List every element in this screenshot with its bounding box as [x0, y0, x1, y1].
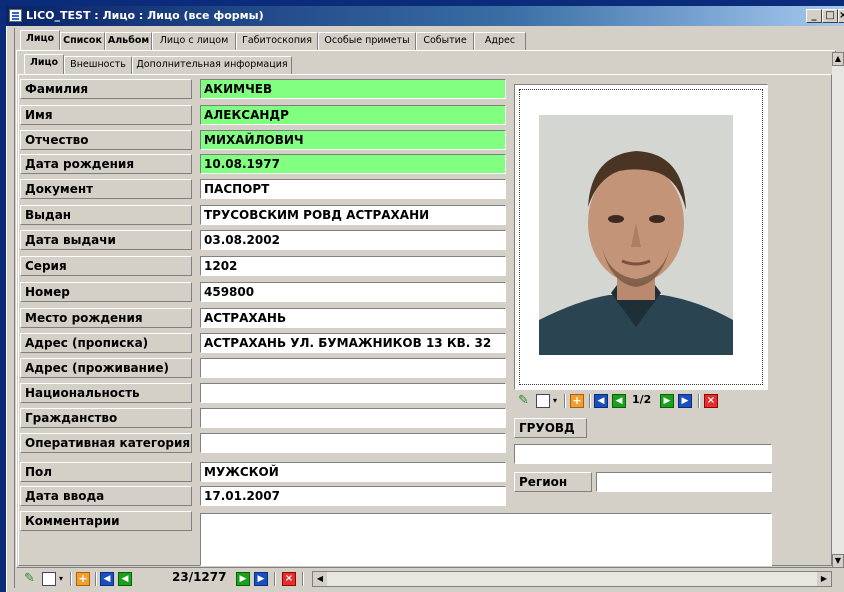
field-imya[interactable]: АЛЕКСАНДР: [200, 105, 506, 125]
label-pol: Пол: [20, 462, 192, 482]
tab-lico-s-licom[interactable]: Лицо с лицом: [152, 32, 236, 50]
first-record-icon[interactable]: ◀: [100, 572, 114, 586]
subtab-lico[interactable]: Лицо: [24, 54, 64, 74]
last-photo-icon[interactable]: ▶: [678, 394, 692, 408]
label-adres-prozhivanie: Адрес (проживание): [20, 358, 192, 378]
tab-gabitoskopiya[interactable]: Габитоскопия: [236, 32, 318, 50]
next-photo-icon[interactable]: ▶: [660, 394, 674, 408]
groovd-label: ГРУОВД: [514, 418, 587, 438]
close-button[interactable]: ×: [838, 9, 844, 23]
label-data-rozhdeniya: Дата рождения: [20, 154, 192, 174]
portrait-image: [539, 115, 733, 355]
field-adres-prozhivanie[interactable]: [200, 358, 506, 378]
scroll-up-icon[interactable]: ▲: [832, 52, 844, 66]
tab-sobytie[interactable]: Событие: [416, 32, 474, 50]
field-data-vvoda[interactable]: 17.01.2007: [200, 486, 506, 506]
window-frame-left: [8, 28, 15, 588]
label-seriya: Серия: [20, 256, 192, 276]
scroll-down-icon[interactable]: ▼: [832, 554, 844, 568]
next-record-icon[interactable]: ▶: [236, 572, 250, 586]
photo-counter: 1/2: [632, 393, 652, 406]
window-title: LICO_TEST : Лицо : Лицо (все формы): [26, 9, 264, 22]
subtab-dop-info[interactable]: Дополнительная информация: [132, 56, 292, 74]
tab-albom[interactable]: Альбом: [105, 32, 152, 50]
field-nomer[interactable]: 459800: [200, 282, 506, 302]
add-record-icon[interactable]: +: [570, 394, 584, 408]
first-photo-icon[interactable]: ◀: [594, 394, 608, 408]
maximize-button[interactable]: □: [822, 9, 838, 23]
label-operativnaya-kategoriya: Оперативная категория: [20, 433, 192, 453]
toolbar-separator: [302, 572, 304, 586]
last-record-icon[interactable]: ▶: [254, 572, 268, 586]
toolbar-separator: [589, 394, 591, 408]
scroll-right-icon[interactable]: ▶: [817, 572, 831, 586]
label-grazhdanstvo: Гражданство: [20, 408, 192, 428]
region-label: Регион: [514, 472, 592, 492]
groovd-field[interactable]: [514, 444, 772, 464]
record-counter: 23/1277: [172, 570, 227, 584]
field-pol[interactable]: МУЖСКОЙ: [200, 462, 506, 482]
paperclip-icon[interactable]: ✎: [518, 394, 532, 408]
label-kommentarii: Комментарии: [20, 511, 192, 531]
field-otchestvo[interactable]: МИХАЙЛОВИЧ: [200, 130, 506, 150]
horizontal-scrollbar[interactable]: ◀ ▶: [312, 571, 832, 587]
field-data-vydachi[interactable]: 03.08.2002: [200, 230, 506, 250]
photo-toolbar: ✎ ▾ + ◀ ◀ 1/2 ▶ ▶ ×: [514, 390, 768, 412]
label-data-vydachi: Дата выдачи: [20, 230, 192, 250]
delete-photo-icon[interactable]: ×: [704, 394, 718, 408]
region-field[interactable]: [596, 472, 772, 492]
field-data-rozhdeniya[interactable]: 10.08.1977: [200, 154, 506, 174]
field-adres-propiska[interactable]: АСТРАХАНЬ УЛ. БУМАЖНИКОВ 13 КВ. 32: [200, 333, 506, 353]
label-adres-propiska: Адрес (прописка): [20, 333, 192, 353]
field-operativnaya-kategoriya[interactable]: [200, 433, 506, 453]
scroll-left-icon[interactable]: ◀: [313, 572, 327, 586]
edit-document-icon[interactable]: [536, 394, 550, 408]
vertical-scrollbar[interactable]: ▲ ▼: [832, 52, 844, 568]
label-vydan: Выдан: [20, 205, 192, 225]
toolbar-separator: [274, 572, 276, 586]
prev-record-icon[interactable]: ◀: [118, 572, 132, 586]
field-grazhdanstvo[interactable]: [200, 408, 506, 428]
label-otchestvo: Отчество: [20, 130, 192, 150]
title-bar: LICO_TEST : Лицо : Лицо (все формы) _ □ …: [6, 6, 844, 26]
person-photo[interactable]: [539, 115, 733, 355]
toolbar-separator: [70, 572, 72, 586]
dropdown-arrow-icon[interactable]: ▾: [553, 396, 557, 405]
document-icon[interactable]: [42, 572, 56, 586]
field-mesto-rozhdeniya[interactable]: АСТРАХАНЬ: [200, 308, 506, 328]
record-navigation-bar: ✎ ▾ + ◀ ◀ 23/1277 ▶ ▶ × ◀ ▶: [16, 568, 844, 590]
prev-photo-icon[interactable]: ◀: [612, 394, 626, 408]
toolbar-separator: [564, 394, 566, 408]
label-nomer: Номер: [20, 282, 192, 302]
label-dokument: Документ: [20, 179, 192, 199]
paperclip-icon[interactable]: ✎: [24, 572, 38, 586]
main-tab-strip: Лицо Список Альбом Лицо с лицом Габитоск…: [16, 28, 844, 50]
label-mesto-rozhdeniya: Место рождения: [20, 308, 192, 328]
field-nacionalnost[interactable]: [200, 383, 506, 403]
toolbar-separator: [698, 394, 700, 408]
dropdown-arrow-icon[interactable]: ▾: [59, 574, 63, 583]
label-familiya: Фамилия: [20, 79, 192, 99]
tab-osobye-primety[interactable]: Особые приметы: [318, 32, 416, 50]
field-kommentarii[interactable]: [200, 513, 772, 566]
label-imya: Имя: [20, 105, 192, 125]
label-data-vvoda: Дата ввода: [20, 486, 192, 506]
subtab-vneshnost[interactable]: Внешность: [64, 56, 132, 74]
field-seriya[interactable]: 1202: [200, 256, 506, 276]
tab-lico[interactable]: Лицо: [20, 30, 60, 50]
form-icon: [9, 9, 22, 22]
photo-frame: [514, 84, 768, 390]
minimize-button[interactable]: _: [806, 9, 822, 23]
label-nacionalnost: Национальность: [20, 383, 192, 403]
field-familiya[interactable]: АКИМЧЕВ: [200, 79, 506, 99]
tab-spisok[interactable]: Список: [60, 32, 105, 50]
sub-tab-strip: Лицо Внешность Дополнительная информация: [20, 52, 620, 74]
field-vydan[interactable]: ТРУСОВСКИМ РОВД АСТРАХАНИ: [200, 205, 506, 225]
delete-record-icon[interactable]: ×: [282, 572, 296, 586]
add-record-icon[interactable]: +: [76, 572, 90, 586]
tab-adres[interactable]: Адрес: [474, 32, 526, 50]
field-dokument[interactable]: ПАСПОРТ: [200, 179, 506, 199]
toolbar-separator: [95, 572, 97, 586]
